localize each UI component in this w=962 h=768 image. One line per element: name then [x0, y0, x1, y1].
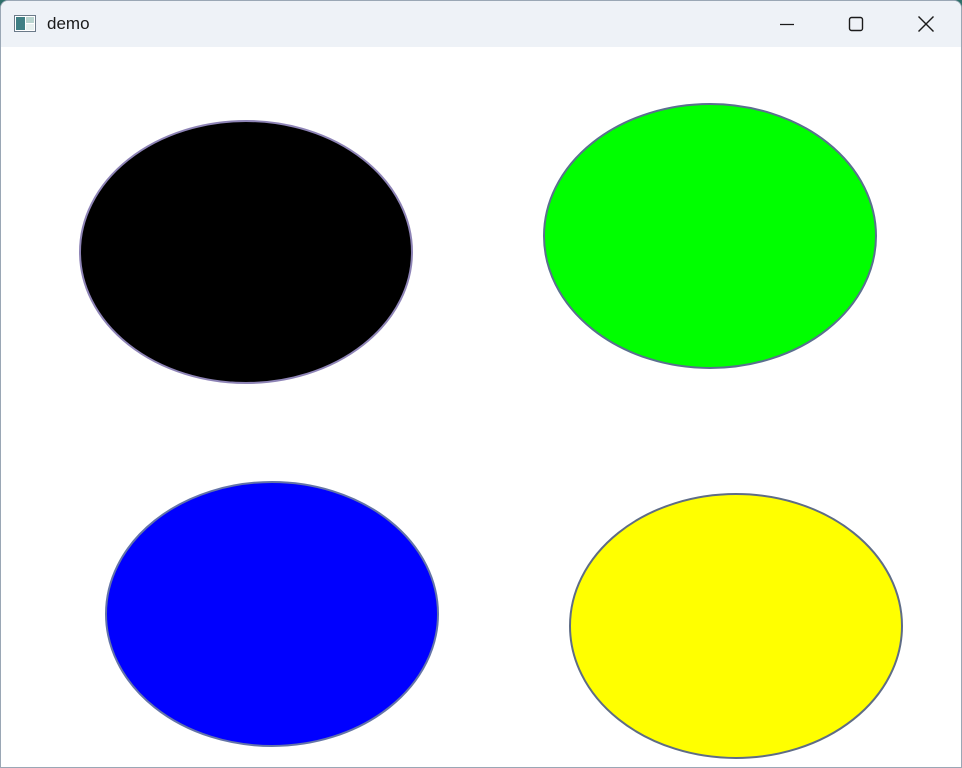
close-button[interactable]	[891, 1, 961, 47]
close-icon	[917, 15, 935, 33]
minimize-button[interactable]	[752, 1, 822, 47]
app-window-icon	[14, 15, 36, 32]
maximize-icon	[848, 16, 864, 32]
green-ellipse	[543, 103, 877, 369]
title-bar[interactable]: demo	[1, 1, 961, 47]
drawing-canvas	[79, 103, 903, 759]
blue-ellipse	[105, 481, 439, 747]
window-title: demo	[47, 14, 90, 33]
black-ellipse	[79, 120, 413, 384]
drawing-area	[1, 47, 961, 767]
yellow-ellipse	[569, 493, 903, 759]
app-window: demo	[0, 0, 962, 768]
minimize-icon	[779, 16, 795, 32]
maximize-button[interactable]	[821, 1, 891, 47]
